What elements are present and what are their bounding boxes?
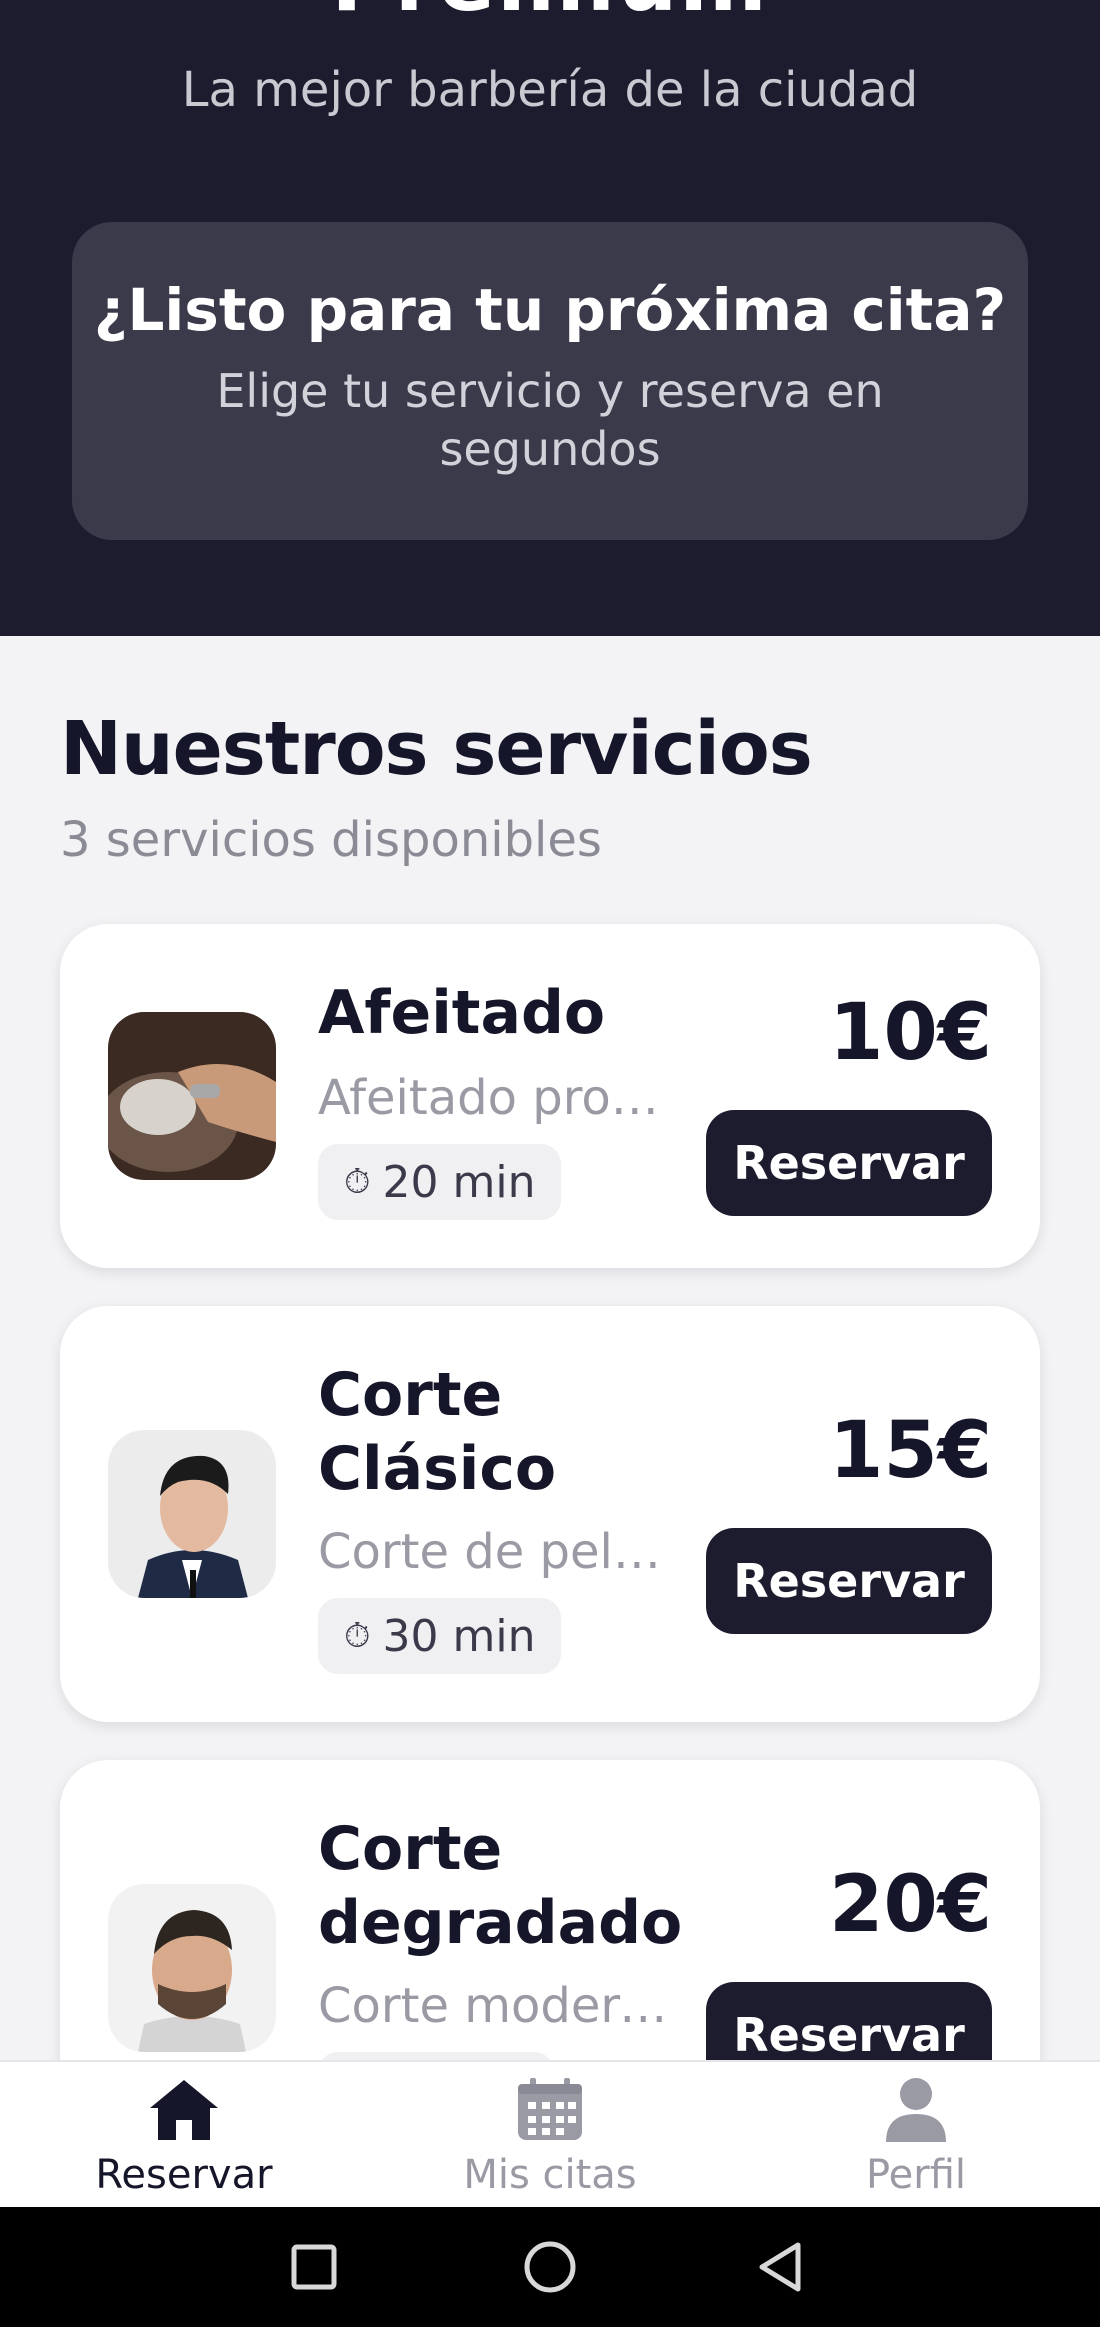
duration-label: 20 min <box>382 1156 536 1208</box>
bottom-tab-bar: Reservar Mis citas Perfil <box>0 2060 1100 2207</box>
services-count: 3 servicios disponibles <box>60 812 602 868</box>
classic-haircut-photo <box>108 1430 276 1598</box>
promo-text: Elige tu servicio y reserva en segundos <box>216 364 884 476</box>
back-icon[interactable] <box>752 2237 812 2297</box>
reserve-button[interactable]: Reservar <box>706 1528 992 1634</box>
promo-title: ¿Listo para tu próxima cita? <box>93 276 1007 344</box>
service-price: 15€ <box>829 1406 992 1496</box>
service-description: Corte modern... <box>318 1978 668 2034</box>
service-name: Corte Clásico <box>318 1360 557 1504</box>
stopwatch-icon: ⏱ <box>344 1616 371 1656</box>
tab-label: Mis citas <box>463 2152 637 2198</box>
service-price: 10€ <box>829 988 992 1078</box>
tab-reservar[interactable]: Reservar <box>34 2062 334 2209</box>
duration-chip: ⏱ 30 min <box>318 1598 562 1674</box>
home-nav-icon[interactable] <box>520 2237 580 2297</box>
service-card-corte-clasico[interactable]: Corte Clásico Corte de pelo ... ⏱ 30 min… <box>60 1306 1040 1722</box>
promo-card: ¿Listo para tu próxima cita? Elige tu se… <box>72 222 1028 540</box>
service-description: Afeitado profe... <box>318 1070 668 1126</box>
tab-perfil[interactable]: Perfil <box>766 2062 1066 2209</box>
stopwatch-icon: ⏱ <box>344 1162 371 1202</box>
fade-haircut-photo <box>108 1884 276 2052</box>
duration-label: 30 min <box>382 1610 536 1662</box>
user-icon <box>886 2078 946 2142</box>
hero-header: Premium La mejor barbería de la ciudad ¿… <box>0 0 1100 636</box>
system-navigation-bar <box>0 2207 1100 2327</box>
service-description: Corte de pelo ... <box>318 1524 668 1580</box>
tab-label: Reservar <box>95 2152 273 2198</box>
duration-chip: ⏱ 20 min <box>318 1144 562 1220</box>
app-title: Premium <box>0 0 1100 30</box>
app-subtitle: La mejor barbería de la ciudad <box>181 62 919 118</box>
recent-apps-icon[interactable] <box>284 2237 344 2297</box>
shaving-photo <box>108 1012 276 1180</box>
tab-mis-citas[interactable]: Mis citas <box>400 2062 700 2209</box>
service-name: Afeitado <box>318 978 606 1048</box>
calendar-icon <box>518 2078 582 2140</box>
services-title: Nuestros servicios <box>60 706 813 792</box>
service-name: Corte degradado <box>318 1814 683 1958</box>
service-price: 20€ <box>829 1860 992 1950</box>
tab-label: Perfil <box>865 2152 967 2198</box>
reserve-button[interactable]: Reservar <box>706 1110 992 1216</box>
service-card-afeitado[interactable]: Afeitado Afeitado profe... ⏱ 20 min 10€ … <box>60 924 1040 1268</box>
home-icon <box>150 2080 218 2140</box>
